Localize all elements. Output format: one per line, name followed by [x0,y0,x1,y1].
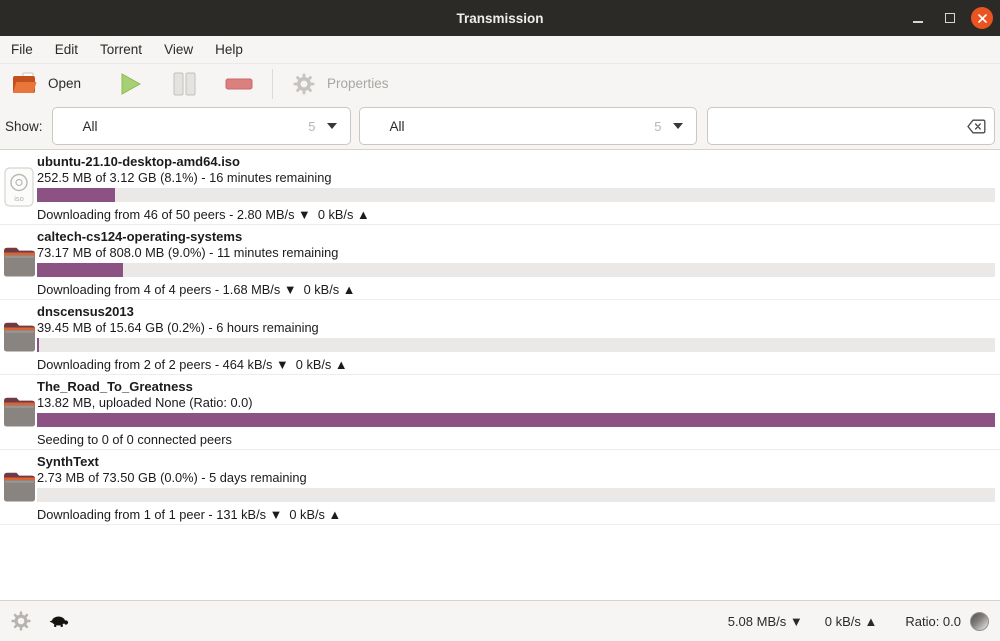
window-title: Transmission [456,11,543,26]
total-upload-speed: 0 kB/s ▲ [825,614,878,629]
chevron-down-icon [673,123,683,129]
options-button[interactable] [10,610,32,632]
statusbar: 5.08 MB/s ▼ 0 kB/s ▲ Ratio: 0.0 [0,600,1000,641]
torrent-progress-fill [37,188,115,202]
torrent-row[interactable]: iso dnscensus2013 39.45 MB of 15.64 GB (… [0,300,1000,375]
remove-icon [225,71,253,97]
torrent-progress-fill [37,413,995,427]
torrent-row-content: caltech-cs124-operating-systems 73.17 MB… [37,225,1000,299]
torrent-row[interactable]: iso caltech-cs124-operating-systems 73.1… [0,225,1000,300]
pause-icon [171,71,197,97]
show-label: Show: [5,119,43,134]
torrent-icon-cell: iso [0,450,37,524]
torrent-progress-fill [37,263,123,277]
torrent-status-line: Downloading from 46 of 50 peers - 2.80 M… [37,207,995,223]
clear-search-button[interactable] [967,119,986,134]
menu-file[interactable]: File [0,36,44,63]
maximize-icon [945,13,955,23]
torrent-status-line: Downloading from 1 of 1 peer - 131 kB/s … [37,507,995,523]
folder-icon [2,392,36,430]
search-box [707,107,995,145]
torrent-row-content: SynthText 2.73 MB of 73.50 GB (0.0%) - 5… [37,450,1000,524]
menu-view[interactable]: View [153,36,204,63]
toolbar: Open [0,64,1000,103]
properties-button-label: Properties [327,76,389,91]
close-button[interactable] [971,7,993,29]
search-input[interactable] [708,108,967,144]
torrent-icon-cell: iso [0,300,37,374]
pause-torrent-button[interactable] [161,67,207,101]
close-icon [978,14,987,23]
torrent-size-line: 2.73 MB of 73.50 GB (0.0%) - 5 days rema… [37,470,995,486]
filter-tracker-dropdown[interactable]: All 5 [359,107,697,145]
iso-file-icon: iso [4,167,34,207]
torrent-status-line: Downloading from 2 of 2 peers - 464 kB/s… [37,357,995,373]
folder-icon [2,242,36,280]
menu-torrent[interactable]: Torrent [89,36,153,63]
backspace-icon [967,119,986,134]
torrent-size-line: 252.5 MB of 3.12 GB (8.1%) - 16 minutes … [37,170,995,186]
remove-torrent-button[interactable] [215,67,263,101]
filter-state-value: All [83,119,309,134]
torrent-row-content: ubuntu-21.10-desktop-amd64.iso 252.5 MB … [37,150,1000,224]
ratio-icon[interactable] [970,612,989,631]
ratio-label: Ratio: 0.0 [905,614,961,629]
torrent-row-content: The_Road_To_Greatness 13.82 MB, uploaded… [37,375,1000,449]
minimize-button[interactable] [907,7,929,29]
window-controls [907,0,993,36]
torrent-name: The_Road_To_Greatness [37,378,995,395]
open-button-label: Open [48,76,81,91]
filterbar: Show: All 5 All 5 [0,103,1000,150]
torrent-status-line: Seeding to 0 of 0 connected peers [37,432,995,448]
torrent-progress-bar [37,263,995,277]
titlebar: Transmission [0,0,1000,36]
filter-tracker-value: All [390,119,655,134]
minimize-icon [913,21,923,23]
torrent-size-line: 73.17 MB of 808.0 MB (9.0%) - 11 minutes… [37,245,995,261]
open-torrent-button[interactable]: Open [2,67,91,101]
torrent-name: caltech-cs124-operating-systems [37,228,995,245]
torrent-row[interactable]: iso The_Road_To_Greatness 13.82 MB, uplo… [0,375,1000,450]
filter-tracker-count: 5 [654,119,661,134]
torrent-list: iso ubuntu-21.10-desktop-amd64.iso 252.5… [0,150,1000,600]
maximize-button[interactable] [939,7,961,29]
properties-button[interactable]: Properties [282,67,399,101]
chevron-down-icon [327,123,337,129]
transmission-window: Transmission File Edit Torrent View Help [0,0,1000,641]
filter-state-count: 5 [308,119,315,134]
toolbar-separator [272,69,273,99]
total-download-speed: 5.08 MB/s ▼ [728,614,803,629]
torrent-progress-fill [37,338,39,352]
torrent-progress-bar [37,413,995,427]
torrent-icon-cell: iso [0,375,37,449]
open-folder-icon [12,72,37,96]
play-icon [117,71,143,97]
alt-speed-turtle-button[interactable] [49,615,69,628]
svg-text:iso: iso [14,194,24,203]
torrent-row[interactable]: iso ubuntu-21.10-desktop-amd64.iso 252.5… [0,150,1000,225]
torrent-name: dnscensus2013 [37,303,995,320]
menu-help[interactable]: Help [204,36,254,63]
torrent-icon-cell: iso [0,225,37,299]
torrent-progress-bar [37,338,995,352]
torrent-status-line: Downloading from 4 of 4 peers - 1.68 MB/… [37,282,995,298]
torrent-progress-bar [37,488,995,502]
torrent-row[interactable]: iso SynthText 2.73 MB of 73.50 GB (0.0%)… [0,450,1000,525]
torrent-row-content: dnscensus2013 39.45 MB of 15.64 GB (0.2%… [37,300,1000,374]
gear-icon [292,72,316,96]
turtle-icon [49,615,69,628]
torrent-icon-cell: iso [0,150,37,224]
start-torrent-button[interactable] [107,67,153,101]
menubar: File Edit Torrent View Help [0,36,1000,64]
torrent-size-line: 13.82 MB, uploaded None (Ratio: 0.0) [37,395,995,411]
torrent-size-line: 39.45 MB of 15.64 GB (0.2%) - 6 hours re… [37,320,995,336]
gear-icon [10,610,32,632]
folder-icon [2,317,36,355]
torrent-name: SynthText [37,453,995,470]
torrent-progress-bar [37,188,995,202]
menu-edit[interactable]: Edit [44,36,89,63]
folder-icon [2,467,36,505]
filter-state-dropdown[interactable]: All 5 [52,107,351,145]
torrent-name: ubuntu-21.10-desktop-amd64.iso [37,153,995,170]
